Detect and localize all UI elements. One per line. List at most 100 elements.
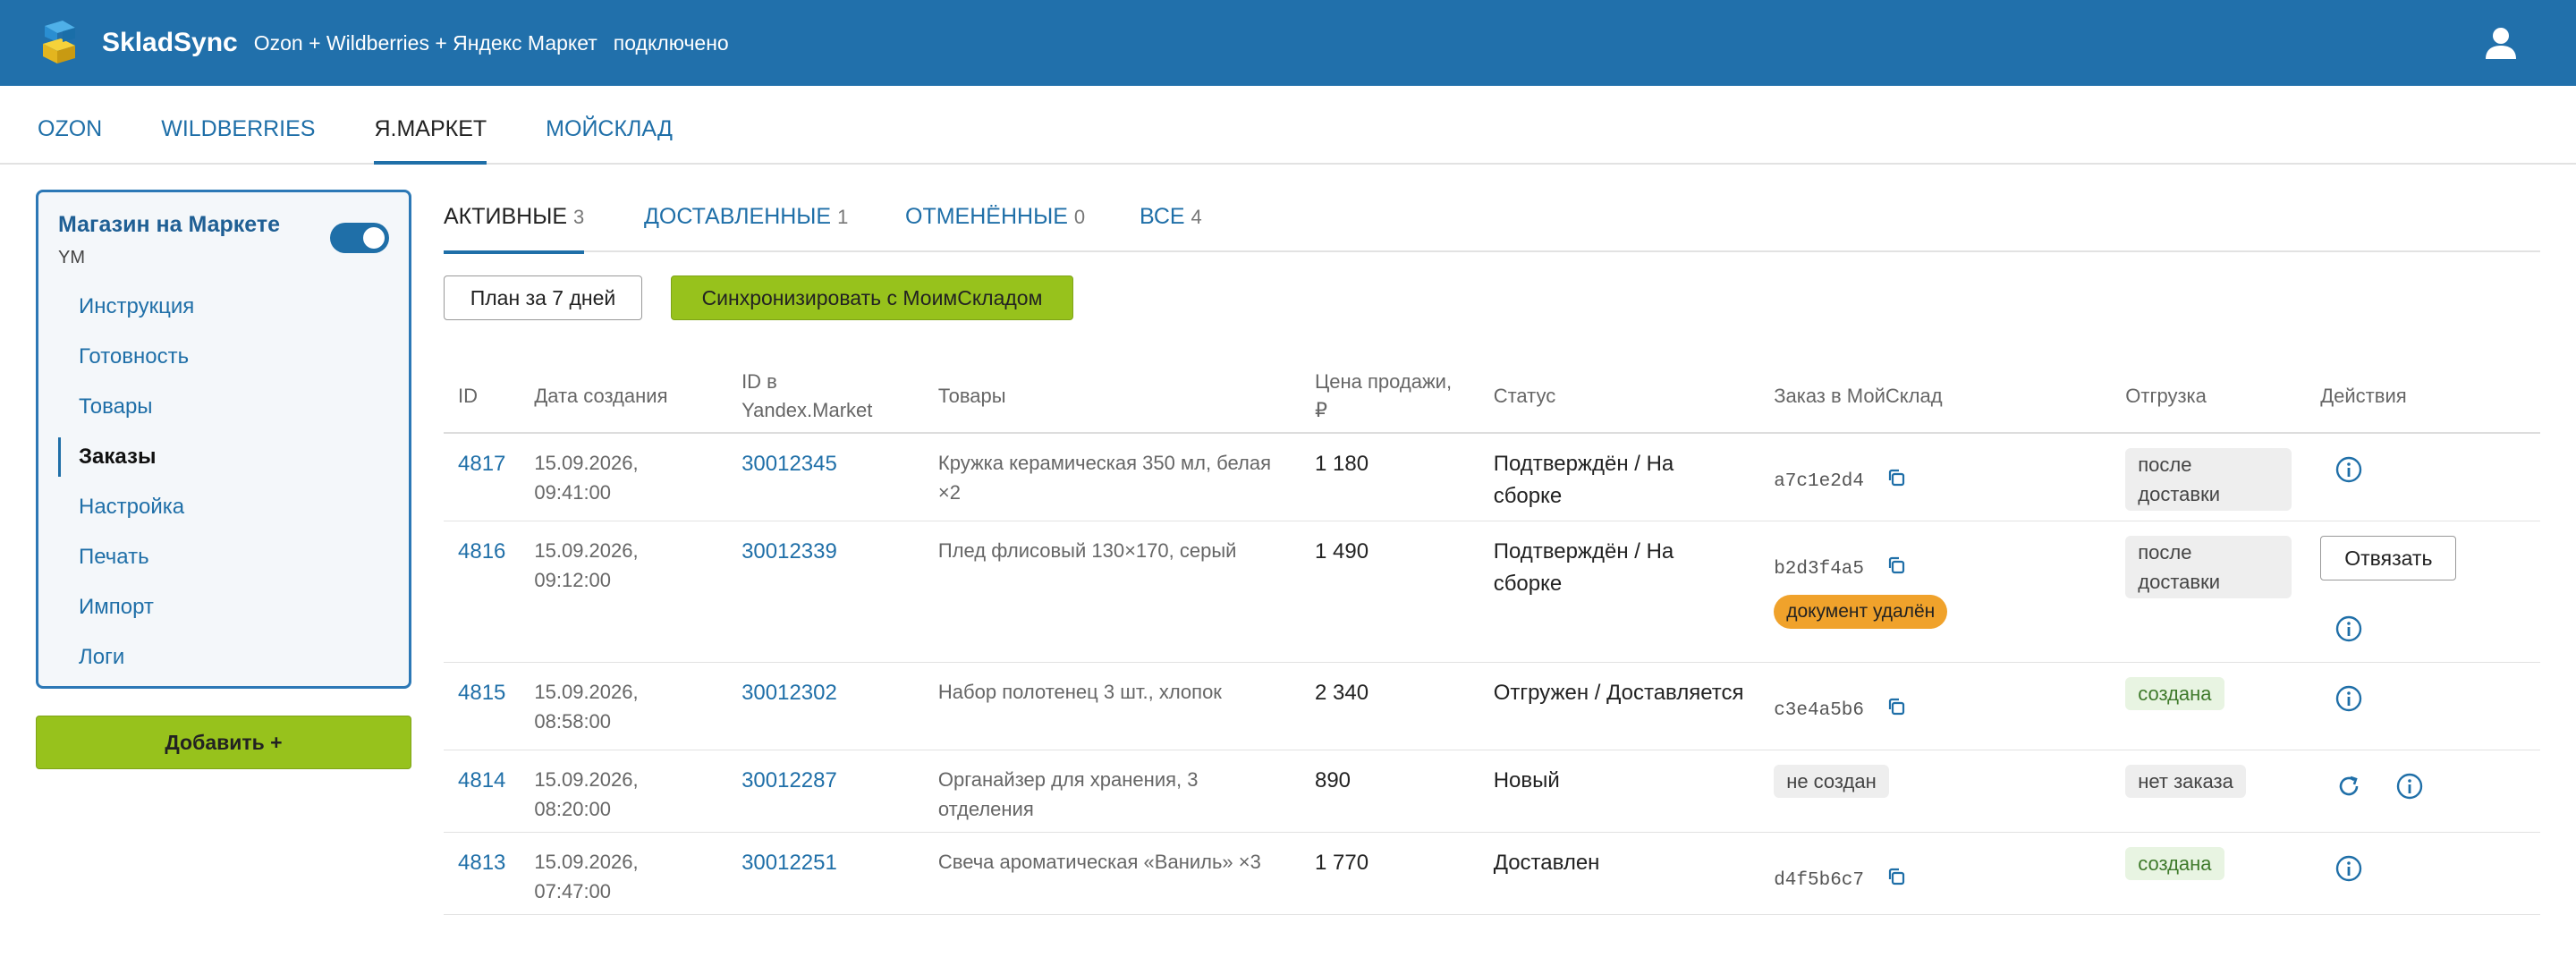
store-enabled-toggle[interactable] [330, 223, 389, 253]
sidebar-item-settings[interactable]: Настройка [38, 482, 409, 532]
created-time: 08:20:00 [534, 797, 612, 820]
order-id-link[interactable]: 4817 [458, 452, 505, 476]
shipment-badge: создана [2125, 846, 2224, 880]
order-id-link[interactable]: 4815 [458, 681, 505, 705]
sidebar-item-products[interactable]: Товары [38, 382, 409, 432]
created-time: 07:47:00 [534, 879, 612, 902]
ms-order-cell: b2d3f4a5 документ удалён [1759, 521, 2112, 663]
info-icon[interactable] [2395, 772, 2424, 801]
plan-7-days-button[interactable]: План за 7 дней [444, 275, 642, 320]
created-time: 09:12:00 [534, 568, 612, 591]
top-bar: SkladSync Ozon + Wildberries + Яндекс Ма… [0, 0, 2576, 86]
copy-icon[interactable] [1886, 468, 1906, 487]
tab-delivered-orders[interactable]: ДОСТАВЛЕННЫЕ 1 [644, 204, 848, 254]
ym-id-cell: 30012287 [727, 750, 924, 833]
goods-cell: Кружка керамическая 350 мл, белая ×2 [923, 433, 1301, 521]
tab-count: 4 [1191, 206, 1202, 228]
copy-icon[interactable] [1886, 697, 1906, 716]
goods-cell: Плед флисовый 130×170, серый [923, 521, 1301, 663]
order-id-cell: 4815 [444, 662, 521, 750]
sidebar-item-import[interactable]: Импорт [38, 582, 409, 632]
tab-wildberries[interactable]: WILDBERRIES [161, 86, 315, 163]
tab-count: 3 [572, 206, 585, 228]
order-id-link[interactable]: 4813 [458, 851, 505, 875]
col-header-price: Цена продажи, ₽ [1300, 360, 1479, 434]
unlink-button[interactable]: Отвязать [2320, 535, 2457, 580]
tab-count: 0 [1073, 206, 1086, 228]
table-row: 4817 15.09.2026, 09:41:00 30012345 Кружка… [444, 433, 2540, 521]
sidebar-item-readiness[interactable]: Готовность [38, 332, 409, 382]
ym-id-cell: 30012339 [727, 521, 924, 663]
col-header-text: ID в [741, 369, 777, 393]
shipment-badge: нет заказа [2125, 764, 2246, 798]
connection-label: Ozon + Wildberries + Яндекс Маркет [253, 30, 597, 55]
col-header-text: Цена продажи, [1314, 369, 1453, 393]
marketplace-tabs: OZON WILDBERRIES Я.МАРКЕТ МОЙСКЛАД [0, 86, 2576, 165]
ym-id-link[interactable]: 30012345 [741, 452, 837, 476]
info-icon[interactable] [2334, 684, 2363, 713]
goods-cell: Набор полотенец 3 шт., хлопок [923, 662, 1301, 750]
refresh-icon[interactable] [2334, 772, 2363, 801]
shipment-cell: после доставки [2111, 521, 2307, 663]
orders-table: ID Дата создания ID в Yandex.Market Товар… [444, 360, 2540, 915]
sidebar-item-print[interactable]: Печать [38, 532, 409, 582]
status-cell: Отгружен / Доставляется [1479, 662, 1760, 750]
col-header-ym-id: ID в Yandex.Market [727, 360, 924, 434]
created-cell: 15.09.2026, 09:41:00 [520, 433, 728, 521]
sync-moysklad-button[interactable]: Синхронизировать с МоимСкладом [671, 275, 1073, 320]
tab-active-orders[interactable]: АКТИВНЫЕ 3 [444, 204, 585, 254]
col-header-text: Yandex.Market [741, 398, 873, 421]
col-header-id: ID [444, 360, 521, 434]
created-cell: 15.09.2026, 08:58:00 [520, 662, 728, 750]
ym-id-link[interactable]: 30012251 [741, 851, 837, 875]
order-id-cell: 4814 [444, 750, 521, 833]
info-icon[interactable] [2334, 455, 2363, 484]
ym-id-cell: 30012251 [727, 832, 924, 915]
ms-order-cell: a7c1e2d4 [1759, 433, 2112, 521]
order-id-cell: 4817 [444, 433, 521, 521]
col-header-text: ₽ [1314, 398, 1327, 421]
ym-id-link[interactable]: 30012302 [741, 681, 837, 705]
tab-count: 1 [837, 206, 849, 228]
tab-all-orders[interactable]: ВСЕ 4 [1140, 204, 1202, 254]
tab-moysklad[interactable]: МОЙСКЛАД [546, 86, 673, 163]
store-title: Магазин на Маркете [58, 212, 280, 237]
shipment-cell: создана [2111, 662, 2307, 750]
add-store-button[interactable]: Добавить + [36, 716, 411, 769]
order-id-link[interactable]: 4816 [458, 539, 505, 564]
tab-ozon[interactable]: OZON [38, 86, 102, 163]
created-date: 15.09.2026, [534, 767, 639, 791]
user-account-icon[interactable] [2481, 23, 2521, 63]
brand-name: SkladSync [102, 28, 238, 57]
actions-cell [2306, 662, 2540, 750]
sidebar-nav: Инструкция Готовность Товары Заказы Наст… [38, 282, 409, 682]
tab-cancelled-orders[interactable]: ОТМЕНЁННЫЕ 0 [905, 204, 1085, 254]
ym-id-link[interactable]: 30012287 [741, 768, 837, 792]
copy-icon[interactable] [1886, 867, 1906, 886]
order-status-tabs: АКТИВНЫЕ 3 ДОСТАВЛЕННЫЕ 1 ОТМЕНЁННЫЕ 0 В… [444, 190, 2540, 254]
ms-not-created-badge: не создан [1774, 764, 1889, 798]
tab-label: ВСЕ [1140, 204, 1185, 229]
table-header-row: ID Дата создания ID в Yandex.Market Товар… [444, 360, 2540, 434]
info-icon[interactable] [2334, 854, 2363, 883]
actions-cell [2306, 832, 2540, 915]
store-code: YM [58, 248, 85, 267]
copy-icon[interactable] [1886, 555, 1906, 575]
info-icon[interactable] [2334, 614, 2363, 643]
sidebar-item-logs[interactable]: Логи [38, 632, 409, 682]
sidebar-item-orders[interactable]: Заказы [38, 432, 409, 482]
ms-order-code: a7c1e2d4 [1774, 471, 1865, 492]
order-id-link[interactable]: 4814 [458, 768, 505, 792]
goods-cell: Органайзер для хранения, 3 отделения [923, 750, 1301, 833]
price-cell: 1 490 [1300, 521, 1479, 663]
ym-id-link[interactable]: 30012339 [741, 539, 837, 564]
shipment-badge: после доставки [2125, 448, 2292, 511]
tab-yandex-market[interactable]: Я.МАРКЕТ [374, 86, 487, 165]
col-header-ms-order: Заказ в МойСклад [1759, 360, 2112, 434]
created-cell: 15.09.2026, 08:20:00 [520, 750, 728, 833]
sidebar-item-instructions[interactable]: Инструкция [38, 282, 409, 332]
created-date: 15.09.2026, [534, 680, 639, 703]
table-row: 4814 15.09.2026, 08:20:00 30012287 Органа… [444, 750, 2540, 833]
shipment-cell: нет заказа [2111, 750, 2307, 833]
order-id-cell: 4813 [444, 832, 521, 915]
